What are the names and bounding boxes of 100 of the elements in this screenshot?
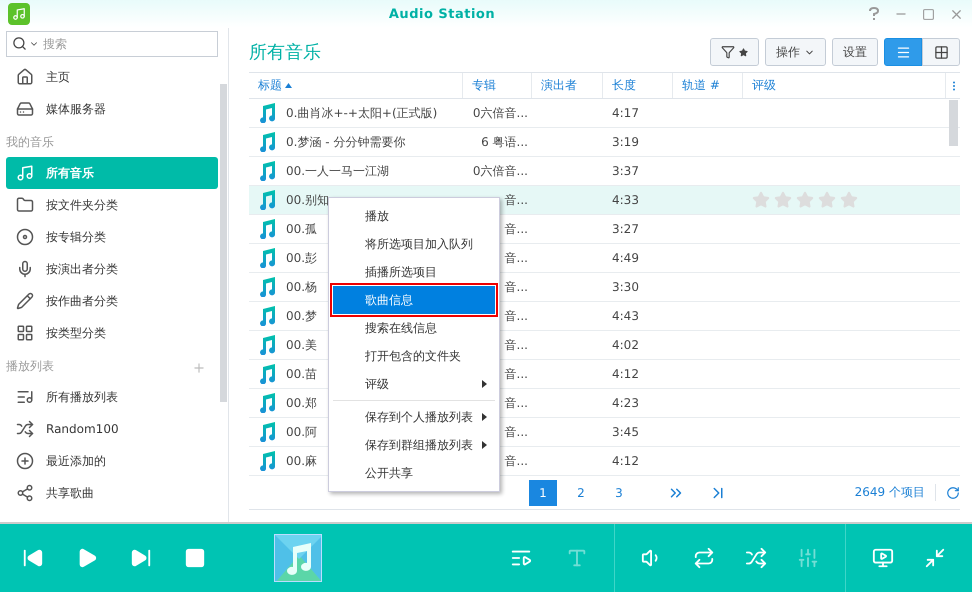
grid-icon — [934, 44, 948, 60]
sidebar-item[interactable]: 媒体服务器 — [6, 93, 218, 125]
length-cell: 3:37 — [612, 164, 639, 178]
music-note-icon — [258, 393, 276, 413]
shuffle-button[interactable] — [745, 547, 767, 569]
music-note-icon — [258, 306, 276, 326]
star-icon[interactable] — [840, 191, 858, 209]
album-cell: 音... — [504, 394, 528, 412]
music-note-icon — [258, 364, 276, 384]
sidebar-item[interactable]: 所有播放列表 — [6, 381, 218, 413]
title-cell: 00.阿 — [286, 424, 318, 440]
page-title: 所有音乐 — [249, 41, 321, 64]
length-cell: 4:33 — [612, 193, 639, 207]
page-button[interactable]: 3 — [605, 480, 633, 506]
length-cell: 4:23 — [612, 396, 639, 410]
folder-icon — [16, 196, 34, 214]
scrollbar[interactable] — [220, 84, 227, 402]
equalizer-icon — [797, 547, 819, 569]
title-cell: 00.美 — [286, 336, 318, 354]
repeat-icon — [693, 547, 715, 569]
album-cell: 音... — [504, 220, 528, 238]
star-icon[interactable] — [752, 191, 770, 209]
search-field[interactable]: 搜索 — [6, 31, 218, 57]
home-icon — [16, 68, 34, 86]
screen-button[interactable] — [872, 547, 894, 569]
star-icon[interactable] — [796, 191, 814, 209]
previous-icon — [22, 547, 44, 569]
music-note-icon — [258, 451, 276, 471]
next-button[interactable] — [130, 547, 152, 569]
disc-icon — [16, 228, 34, 246]
page-button[interactable]: 1 — [529, 480, 557, 506]
previous-button[interactable] — [22, 547, 44, 569]
sidebar-item[interactable]: 按专辑分类 — [6, 221, 218, 253]
sidebar-item[interactable]: 按作曲者分类 — [6, 285, 218, 317]
microphone-icon — [16, 260, 34, 278]
music-note-icon — [258, 248, 276, 268]
music-note-icon — [258, 219, 276, 239]
scrollbar[interactable] — [949, 100, 958, 146]
sidebar-item[interactable]: 按演出者分类 — [6, 253, 218, 285]
length-cell: 4:43 — [612, 309, 639, 323]
column-header[interactable]: 专辑 — [463, 73, 532, 98]
playlist-icon — [16, 388, 34, 406]
album-cell: 音... — [504, 250, 528, 266]
music-note-icon — [258, 103, 276, 123]
star-icon — [739, 48, 748, 56]
star-icon[interactable] — [818, 191, 836, 209]
music-note-icon — [258, 161, 276, 181]
grid-view-button[interactable] — [922, 38, 960, 66]
collapse-icon — [924, 547, 946, 569]
collapse-button[interactable] — [924, 547, 946, 569]
plus-circle-icon — [16, 452, 34, 470]
repeat-button[interactable] — [693, 547, 715, 569]
column-header[interactable]: 长度 — [603, 73, 673, 98]
star-icon[interactable] — [774, 191, 792, 209]
section-heading: 我的音乐 — [6, 134, 54, 151]
grid-icon — [16, 324, 34, 342]
pencil-icon — [16, 292, 34, 310]
sidebar-item[interactable]: Random100 — [6, 413, 218, 445]
album-cell: 6 粤语... — [481, 134, 528, 150]
filter-button[interactable] — [710, 38, 759, 66]
column-header[interactable]: 评级 — [743, 73, 946, 98]
title-cell: 0.曲肖冰+-+太阳+(正式版) — [286, 104, 438, 122]
sidebar-item[interactable]: 最近添加的 — [6, 445, 218, 477]
shuffle-icon — [745, 547, 767, 569]
music-note-icon — [258, 277, 276, 297]
search-icon — [12, 36, 27, 51]
length-cell: 4:17 — [612, 106, 639, 120]
length-cell: 3:27 — [612, 222, 639, 236]
column-header[interactable]: 演出者 — [532, 73, 603, 98]
shuffle-icon — [16, 420, 34, 438]
item-count: 2649 个项目 — [854, 484, 936, 501]
settings-button[interactable]: 设置 — [832, 38, 878, 66]
album-cell: 音... — [504, 308, 528, 324]
title-cell: 00.孤 — [286, 220, 318, 238]
title-cell: 0.梦涵 - 分分钟需要你 — [286, 134, 406, 150]
music-note-icon — [258, 335, 276, 355]
album-cell: 音... — [504, 192, 528, 208]
menu-item[interactable]: 歌曲信息 — [333, 286, 495, 314]
add-icon[interactable] — [192, 361, 206, 375]
title-cell: 00.杨 — [286, 278, 318, 296]
column-header[interactable]: 轨道 # — [673, 73, 743, 98]
album-cell: 音... — [504, 278, 528, 296]
action-button[interactable]: 操作 — [765, 38, 826, 66]
music-note-icon — [258, 422, 276, 442]
music-note-icon — [258, 190, 276, 210]
stop-button[interactable] — [184, 547, 206, 569]
next-icon — [130, 547, 152, 569]
music-note-icon — [16, 164, 34, 182]
lyrics-icon — [566, 547, 588, 569]
sidebar-item[interactable]: 按文件夹分类 — [6, 189, 218, 221]
page-button[interactable]: 2 — [567, 480, 595, 506]
help-button[interactable] — [868, 7, 880, 21]
sidebar-item[interactable]: 主页 — [6, 61, 218, 93]
column-header[interactable]: 标题 — [249, 73, 463, 98]
refresh-button[interactable] — [946, 486, 960, 500]
server-icon — [16, 100, 34, 118]
sidebar-item[interactable]: 共享歌曲 — [6, 477, 218, 509]
maximize-button[interactable] — [922, 8, 935, 20]
sidebar-item[interactable]: 按类型分类 — [6, 317, 218, 349]
title-cell: 00.麻 — [286, 452, 318, 470]
